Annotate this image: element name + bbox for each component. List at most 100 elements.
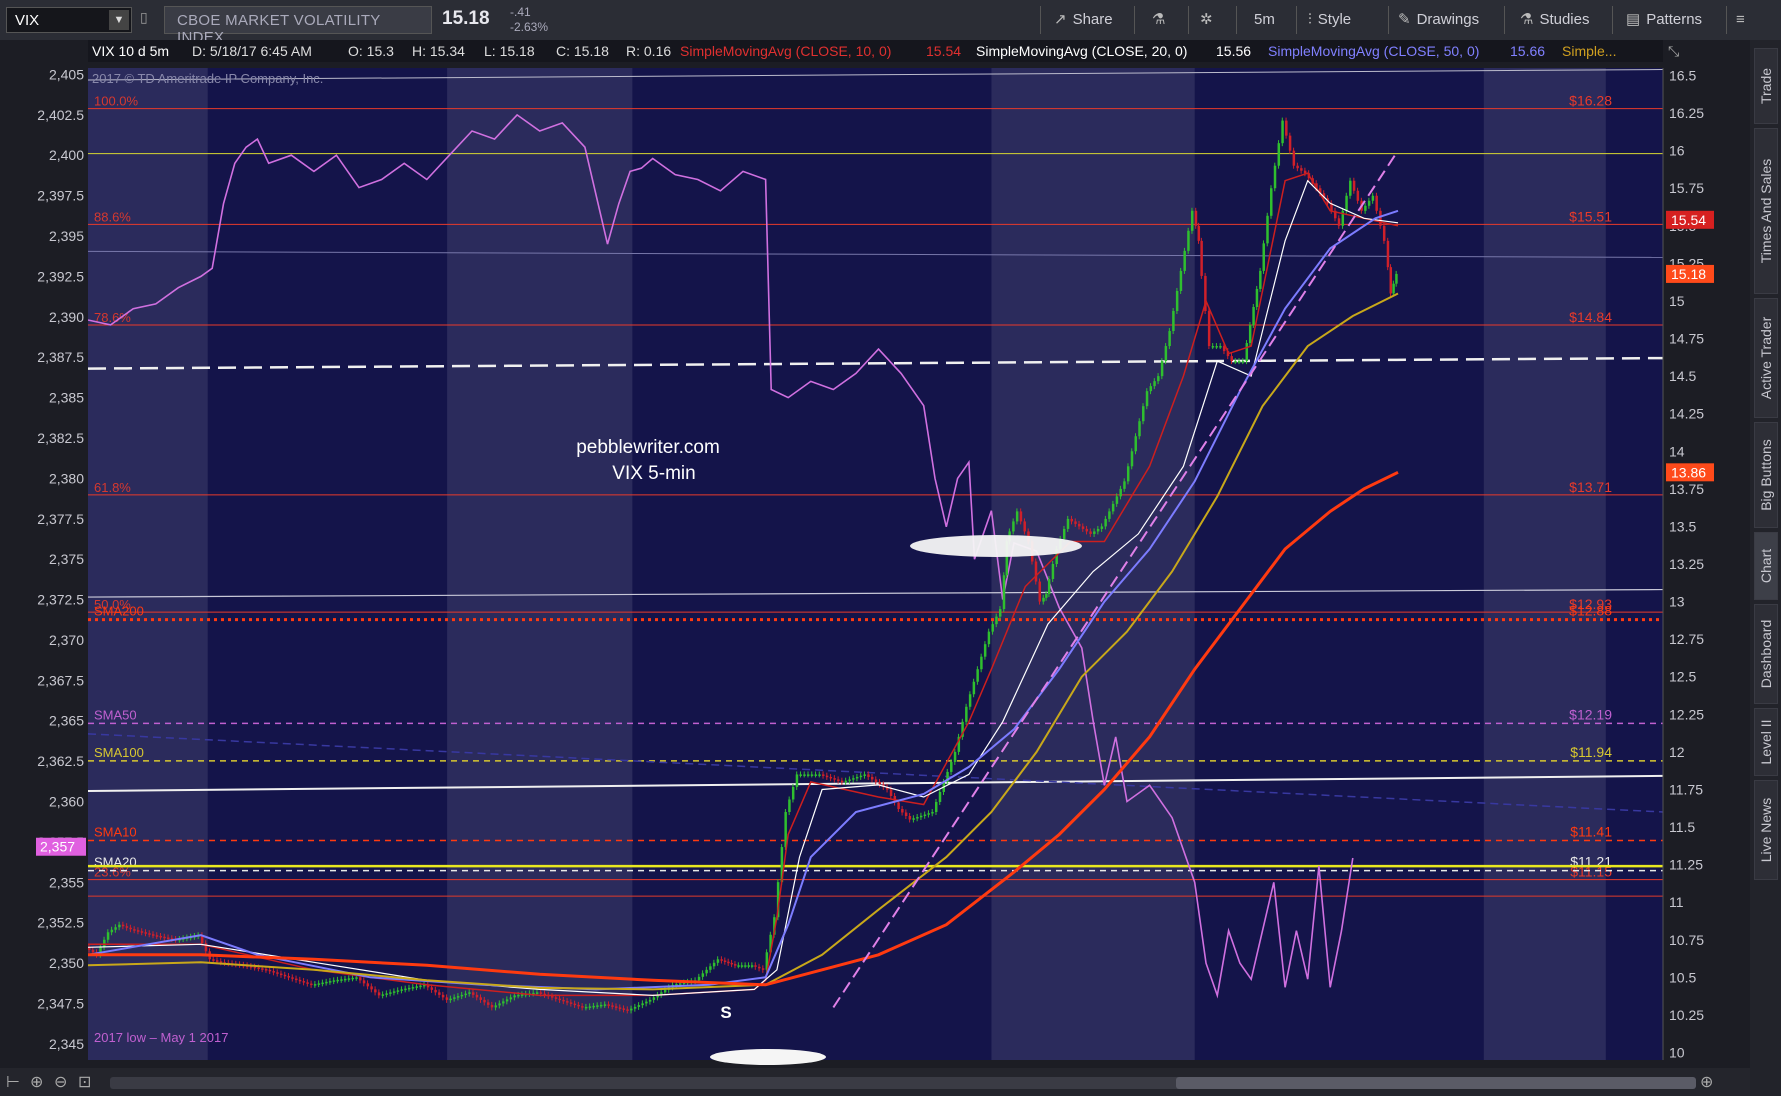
tab-big-buttons[interactable]: Big Buttons xyxy=(1754,422,1778,528)
info-range: R: 0.16 xyxy=(626,43,671,59)
candle-body xyxy=(434,989,437,993)
candle-body xyxy=(1190,210,1194,231)
candle-body xyxy=(328,981,332,983)
candle-body xyxy=(1379,210,1382,226)
studies-button[interactable]: ⚗ Studies xyxy=(1520,0,1590,40)
candle-body xyxy=(1371,195,1375,201)
candle-body xyxy=(733,964,737,966)
tab-chart[interactable]: Chart xyxy=(1754,532,1778,600)
candle-body xyxy=(136,930,140,932)
right-axis-tick: 11.5 xyxy=(1669,819,1695,835)
copyright: 2017 © TD Ameritrade IP Company, Inc. xyxy=(92,71,323,86)
zoom-in-icon[interactable]: ⊕ xyxy=(30,1072,43,1092)
tab-live-news[interactable]: Live News xyxy=(1754,780,1778,880)
sma20-legend: SimpleMovingAvg (CLOSE, 20, 0) xyxy=(976,43,1187,59)
candle-body xyxy=(272,971,275,973)
zoom-box-icon[interactable]: ⊡ xyxy=(78,1072,91,1092)
zoom-out-icon[interactable]: ⊖ xyxy=(54,1072,67,1092)
gear-icon: ✲ xyxy=(1200,11,1213,28)
left-axis-tick: 2,345 xyxy=(49,1036,84,1052)
candle-body xyxy=(630,1008,633,1011)
candle-body xyxy=(603,1004,607,1006)
candle-body xyxy=(1364,205,1367,211)
tab-dashboard[interactable]: Dashboard xyxy=(1754,604,1778,704)
flask-button[interactable]: ⚗ xyxy=(1152,0,1171,40)
right-axis-tick: 16.25 xyxy=(1669,105,1704,121)
expand-icon[interactable]: ⤡ xyxy=(1668,43,1679,59)
scrollbar-thumb[interactable] xyxy=(1176,1077,1696,1089)
style-button[interactable]: ⫶ Style xyxy=(1308,0,1351,40)
candle-body xyxy=(148,933,151,935)
candle-body xyxy=(411,987,415,989)
candle-body xyxy=(362,980,366,984)
candle-body xyxy=(968,694,972,707)
candle-body xyxy=(110,929,114,933)
info-ticker: VIX 10 d 5m xyxy=(92,43,169,59)
candle-body xyxy=(1066,518,1070,529)
candle-body xyxy=(343,978,347,981)
candle-body xyxy=(983,644,987,657)
candle-body xyxy=(159,936,163,938)
candle-body xyxy=(1019,511,1023,522)
candle-body xyxy=(517,994,520,997)
sma-level-price: $11.94 xyxy=(1570,744,1612,760)
candle-body xyxy=(727,961,730,964)
info-open: O: 15.3 xyxy=(348,43,394,59)
candle-body xyxy=(712,962,716,967)
vix-chart[interactable]: 100.0% $16.2888.6% $15.5178.6% $14.8461.8% $… xyxy=(0,40,1750,1088)
settings-button[interactable]: ✲ xyxy=(1200,0,1219,40)
candle-body xyxy=(1119,488,1122,497)
candle-body xyxy=(460,994,464,997)
pan-icon[interactable]: ⊢ xyxy=(6,1072,20,1092)
symbol-selector[interactable]: VIX ▼ xyxy=(6,7,132,33)
candle-body xyxy=(1123,481,1126,489)
right-axis-tick: 16.5 xyxy=(1669,68,1696,84)
candle-body xyxy=(103,939,106,948)
right-axis-tick: 10.75 xyxy=(1669,932,1704,948)
chevron-down-icon[interactable]: ▼ xyxy=(109,10,129,30)
candle-body xyxy=(400,989,403,991)
candle-body xyxy=(475,994,479,998)
candle-body xyxy=(253,966,257,969)
candle-body xyxy=(464,993,467,996)
candle-body xyxy=(212,959,215,961)
candle-body xyxy=(468,992,471,994)
patterns-button[interactable]: ▤ Patterns xyxy=(1626,0,1702,40)
candle-body xyxy=(125,926,129,928)
tab-trade[interactable]: Trade xyxy=(1754,48,1778,124)
candle-body xyxy=(705,969,708,974)
timeframe-button[interactable]: 5m xyxy=(1254,0,1275,40)
candle-body xyxy=(1115,496,1119,504)
left-axis-tick: 2,387.5 xyxy=(37,349,84,365)
tab-times-and-sales[interactable]: Times And Sales xyxy=(1754,128,1778,294)
candle-body xyxy=(298,979,302,982)
candle-body xyxy=(325,981,328,984)
share-button[interactable]: ↗ Share xyxy=(1054,0,1113,40)
left-axis-tick: 2,360 xyxy=(49,793,84,809)
candle-body xyxy=(1164,346,1168,362)
candle-body xyxy=(377,992,381,996)
right-axis-tick: 10.5 xyxy=(1669,969,1696,985)
symbol-text: VIX xyxy=(15,12,40,29)
menu-button[interactable]: ≡ xyxy=(1736,0,1751,40)
candle-body xyxy=(1085,528,1089,532)
sma10-legend-value: 15.54 xyxy=(926,43,961,59)
candle-body xyxy=(837,779,840,781)
candle-body xyxy=(1187,230,1190,251)
candle-body xyxy=(396,990,400,992)
candle-body xyxy=(829,776,833,779)
candle-body xyxy=(1266,215,1269,244)
candle-body xyxy=(927,813,930,815)
tab-level-ii[interactable]: Level II xyxy=(1754,708,1778,776)
tab-active-trader[interactable]: Active Trader xyxy=(1754,298,1778,418)
candle-body xyxy=(1175,290,1179,311)
candle-body xyxy=(863,774,866,776)
chart-area[interactable]: 100.0% $16.28 88.6% $15.51 78.6% $14.84 61.8% $… xyxy=(0,40,1750,1096)
candle-body xyxy=(1382,225,1386,241)
zoom-reset-icon[interactable]: ⊕ xyxy=(1700,1072,1713,1092)
right-axis-tick: 11.25 xyxy=(1669,857,1703,873)
drawings-button[interactable]: ✎ Drawings xyxy=(1398,0,1479,40)
candle-body xyxy=(558,998,562,1001)
candle-body xyxy=(114,927,117,930)
link-icon[interactable]: ▯ xyxy=(140,9,154,31)
